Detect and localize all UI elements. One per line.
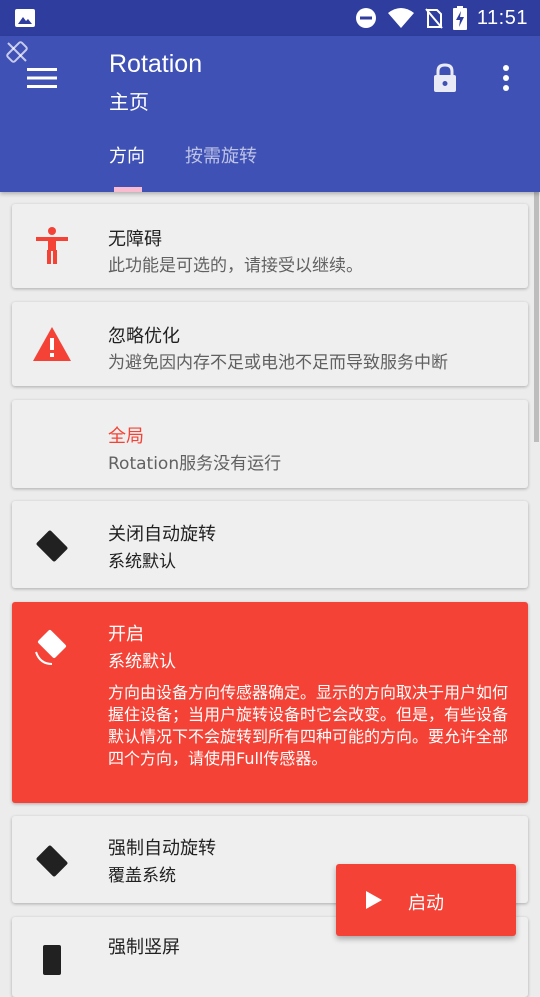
card-subtitle: 覆盖系统 (108, 866, 176, 886)
card-title: 强制竖屏 (108, 937, 180, 958)
scrollbar[interactable] (534, 192, 539, 442)
tab-on-demand-rotation[interactable]: 按需旋转 (185, 142, 257, 168)
do-not-disturb-icon (355, 8, 376, 28)
card-description: 方向由设备方向传感器确定。显示的方向取决于用户如何握住设备；当用户旋转设备时它会… (108, 683, 509, 768)
portrait-icon (32, 941, 72, 981)
card-title: 忽略优化 (108, 326, 180, 347)
play-icon (366, 891, 382, 909)
force-rotate-icon (32, 840, 72, 880)
no-sim-icon (425, 8, 443, 29)
tab-orientation[interactable]: 方向 (109, 142, 145, 168)
auto-rotate-icon (32, 626, 72, 666)
card-global[interactable]: 全局 Rotation服务没有运行 (12, 400, 528, 488)
accessibility-icon (32, 226, 72, 266)
image-notification-icon (15, 9, 35, 27)
page-subtitle: 主页 (109, 90, 149, 114)
card-rotation-on[interactable]: 开启 系统默认 方向由设备方向传感器确定。显示的方向取决于用户如何握住设备；当用… (12, 602, 528, 803)
card-title: 开启 (108, 624, 144, 645)
tab-indicator (114, 187, 142, 192)
card-subtitle: 为避免因内存不足或电池不足而导致服务中断 (108, 353, 448, 373)
warning-icon (32, 324, 72, 364)
menu-button[interactable] (24, 60, 60, 96)
app-title: Rotation (109, 50, 203, 78)
card-title: 无障碍 (108, 229, 162, 250)
card-subtitle: Rotation服务没有运行 (108, 454, 282, 474)
status-bar: 11:51 (0, 0, 540, 36)
card-rotation-off[interactable]: 关闭自动旋转 系统默认 (12, 501, 528, 588)
card-accessibility[interactable]: 无障碍 此功能是可选的，请接受以继续。 (12, 204, 528, 288)
lock-icon[interactable] (430, 62, 460, 94)
card-title: 关闭自动旋转 (108, 524, 216, 545)
card-subtitle: 系统默认 (108, 552, 176, 572)
card-title: 强制自动旋转 (108, 838, 216, 859)
start-button-label: 启动 (408, 893, 444, 914)
status-time: 11:51 (476, 6, 528, 29)
more-options-icon[interactable] (494, 62, 518, 94)
card-subtitle: 此功能是可选的，请接受以继续。 (108, 256, 363, 276)
wifi-icon (387, 8, 414, 28)
battery-charging-icon (452, 6, 467, 30)
card-title: 全局 (108, 426, 144, 447)
start-button[interactable]: 启动 (336, 864, 516, 936)
rotation-lock-icon (32, 525, 72, 565)
app-bar: Rotation 主页 方向 按需旋转 (0, 36, 540, 192)
card-subtitle: 系统默认 (108, 652, 176, 672)
card-ignore-optimization[interactable]: 忽略优化 为避免因内存不足或电池不足而导致服务中断 (12, 302, 528, 386)
